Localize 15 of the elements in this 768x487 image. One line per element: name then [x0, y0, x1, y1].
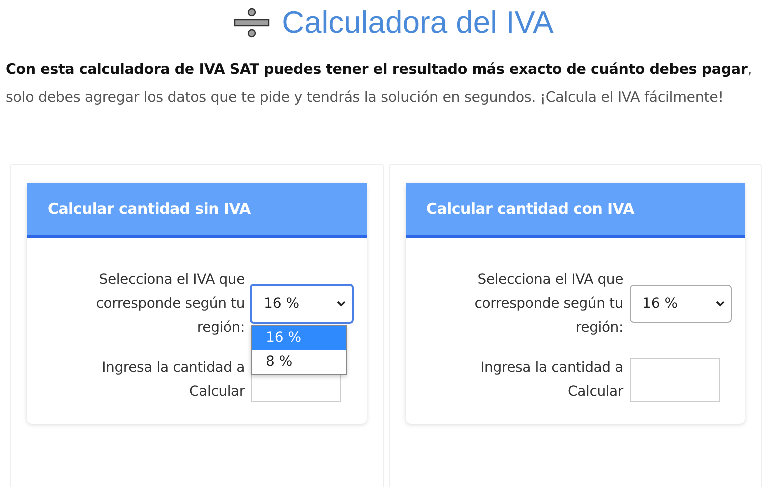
rate-select[interactable]: 16 % — [250, 284, 354, 324]
divide-icon — [234, 8, 270, 38]
intro-paragraph: Con esta calculadora de IVA SAT puedes tener el resultado más exacto de cuánto debes pagar, solo debes agregar los datos que te pide y tendrás la solución en segundos. ¡Calcula el IVA fácilmente! — [6, 61, 754, 108]
rate-select[interactable]: 16 % — [630, 285, 732, 323]
field-label: Ingresa la cantidad a Calcular — [101, 359, 245, 402]
chevron-icon — [337, 301, 346, 307]
chevron-icon — [716, 301, 724, 307]
card-title: Calcular cantidad sin IVA — [48, 200, 251, 218]
card-title: Calcular cantidad con IVA — [426, 200, 634, 218]
field-label: Selecciona el IVA que corresponde según tu región: — [474, 271, 624, 338]
field-label: Ingresa la cantidad a Calcular — [480, 359, 624, 402]
amount-input[interactable] — [630, 358, 720, 402]
field-label: Selecciona el IVA que corresponde según tu región: — [95, 271, 245, 338]
page-title: Calculadora del IVA — [282, 5, 554, 41]
dropdown-option[interactable]: 8 % — [252, 350, 346, 374]
